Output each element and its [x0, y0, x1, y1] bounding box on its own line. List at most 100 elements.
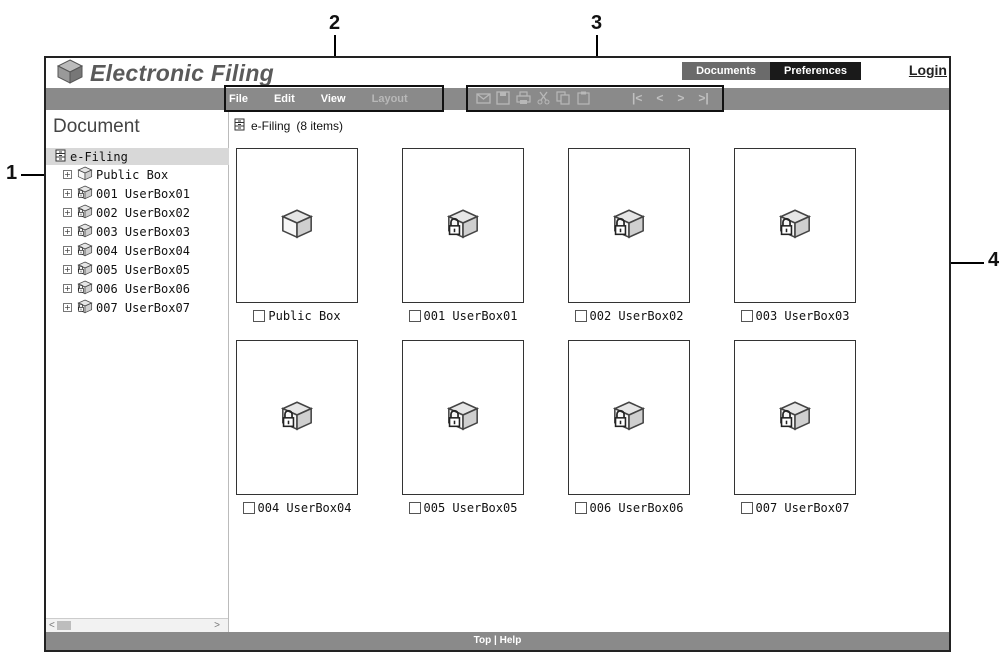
locked-box-icon [446, 206, 480, 245]
menu-highlight-box [224, 85, 444, 112]
box-thumbnail[interactable] [236, 148, 358, 303]
box-thumbnail[interactable] [734, 148, 856, 303]
app-logo: Electronic Filing [56, 58, 275, 86]
tree-item[interactable]: +007 UserBox07 [46, 298, 229, 317]
locked-box-icon [77, 279, 93, 298]
sidebar: Document e-Filing + Public Box +001 UserBo… [46, 110, 229, 632]
box-checkbox[interactable] [408, 310, 421, 322]
tree-item[interactable]: +001 UserBox01 [46, 184, 229, 203]
box-checkbox[interactable] [242, 502, 255, 514]
breadcrumb: e-Filing (8 items) [233, 118, 343, 134]
expand-icon[interactable]: + [63, 284, 72, 293]
locked-box-icon [778, 206, 812, 245]
locked-box-icon [778, 398, 812, 437]
box-checkbox[interactable] [740, 310, 753, 322]
callout-1: 1 [6, 162, 18, 184]
tree-item-label: 006 UserBox06 [96, 281, 190, 296]
box-name: 004 UserBox04 [257, 501, 352, 515]
box-label-row: Public Box [236, 309, 358, 323]
tree-item-label: 007 UserBox07 [96, 300, 190, 315]
folder-tree: e-Filing + Public Box +001 UserBox01 +002 U… [46, 148, 229, 317]
box-checkbox[interactable] [574, 502, 587, 514]
locked-box-icon [612, 398, 646, 437]
box-checkbox[interactable] [574, 310, 587, 322]
box-label-row: 002 UserBox02 [568, 309, 690, 323]
box-checkbox[interactable] [740, 502, 753, 514]
preferences-tab[interactable]: Preferences [770, 62, 861, 80]
locked-box-icon [77, 222, 93, 241]
callout-2: 2 [329, 12, 341, 34]
item-count: (8 items) [296, 119, 344, 133]
box-name: 005 UserBox05 [423, 501, 518, 515]
tree-item[interactable]: +002 UserBox02 [46, 203, 229, 222]
scroll-left-icon[interactable]: < [49, 619, 55, 632]
app-title: Electronic Filing [90, 59, 275, 86]
nav-tabs: Documents Preferences [682, 62, 861, 80]
locked-box-icon [77, 298, 93, 317]
box-name: Public Box [268, 309, 341, 323]
horizontal-scrollbar[interactable]: < > [46, 618, 228, 632]
box-checkbox[interactable] [408, 502, 421, 514]
box-label-row: 006 UserBox06 [568, 501, 690, 515]
box-card: 005 UserBox05 [402, 340, 524, 515]
footer: Top | Help [46, 632, 949, 650]
scroll-right-icon[interactable]: > [214, 619, 220, 632]
box-thumbnail[interactable] [236, 340, 358, 495]
expand-icon[interactable]: + [63, 303, 72, 312]
expand-icon[interactable]: + [63, 189, 72, 198]
toolbar-highlight-box [466, 85, 724, 112]
box-name: 006 UserBox06 [589, 501, 684, 515]
box-icon [77, 165, 93, 184]
login-link[interactable]: Login [909, 62, 947, 78]
box-checkbox[interactable] [253, 310, 266, 322]
expand-icon[interactable]: + [63, 265, 72, 274]
tree-item-label: Public Box [96, 167, 169, 182]
box-name: 007 UserBox07 [755, 501, 850, 515]
box-card: 002 UserBox02 [568, 148, 690, 323]
tree-item[interactable]: +005 UserBox05 [46, 260, 229, 279]
tree-item[interactable]: +004 UserBox04 [46, 241, 229, 260]
tree-root-label: e-Filing [70, 149, 128, 164]
box-thumbnail[interactable] [568, 340, 690, 495]
callout-3: 3 [591, 12, 603, 34]
tree-item-label: 004 UserBox04 [96, 243, 190, 258]
expand-icon[interactable]: + [63, 170, 72, 179]
tree-item-label: 003 UserBox03 [96, 224, 190, 239]
box-thumbnail[interactable] [734, 340, 856, 495]
box-icon [280, 206, 314, 245]
expand-icon[interactable]: + [63, 227, 72, 236]
box-label-row: 003 UserBox03 [734, 309, 856, 323]
footer-separator: | [494, 635, 497, 646]
breadcrumb-label[interactable]: e-Filing [251, 119, 290, 133]
scroll-thumb[interactable] [57, 621, 71, 630]
box-thumbnail[interactable] [402, 340, 524, 495]
locked-box-icon [612, 206, 646, 245]
tree-item-label: 001 UserBox01 [96, 186, 190, 201]
app-window: Electronic Filing Documents Preferences … [44, 56, 951, 652]
tree-item-label: 002 UserBox02 [96, 205, 190, 220]
box-card: 004 UserBox04 [236, 340, 358, 515]
tree-item[interactable]: + Public Box [46, 165, 229, 184]
box-label-row: 007 UserBox07 [734, 501, 856, 515]
expand-icon[interactable]: + [63, 208, 72, 217]
locked-box-icon [446, 398, 480, 437]
cabinet-icon [54, 149, 67, 165]
box-thumbnail[interactable] [568, 148, 690, 303]
cabinet-icon [233, 118, 246, 134]
locked-box-icon [280, 398, 314, 437]
box-card: Public Box [236, 148, 358, 323]
tree-item[interactable]: +003 UserBox03 [46, 222, 229, 241]
sidebar-title: Document [53, 116, 140, 137]
tree-root-efiling[interactable]: e-Filing [46, 148, 229, 165]
documents-tab[interactable]: Documents [682, 62, 770, 80]
top-link[interactable]: Top [474, 635, 492, 646]
tree-item[interactable]: +006 UserBox06 [46, 279, 229, 298]
box-label-row: 004 UserBox04 [236, 501, 358, 515]
help-link[interactable]: Help [500, 635, 522, 646]
expand-icon[interactable]: + [63, 246, 72, 255]
locked-box-icon [77, 241, 93, 260]
box-card: 007 UserBox07 [734, 340, 856, 515]
box-label-row: 001 UserBox01 [402, 309, 524, 323]
box-thumbnail[interactable] [402, 148, 524, 303]
box-name: 001 UserBox01 [423, 309, 518, 323]
